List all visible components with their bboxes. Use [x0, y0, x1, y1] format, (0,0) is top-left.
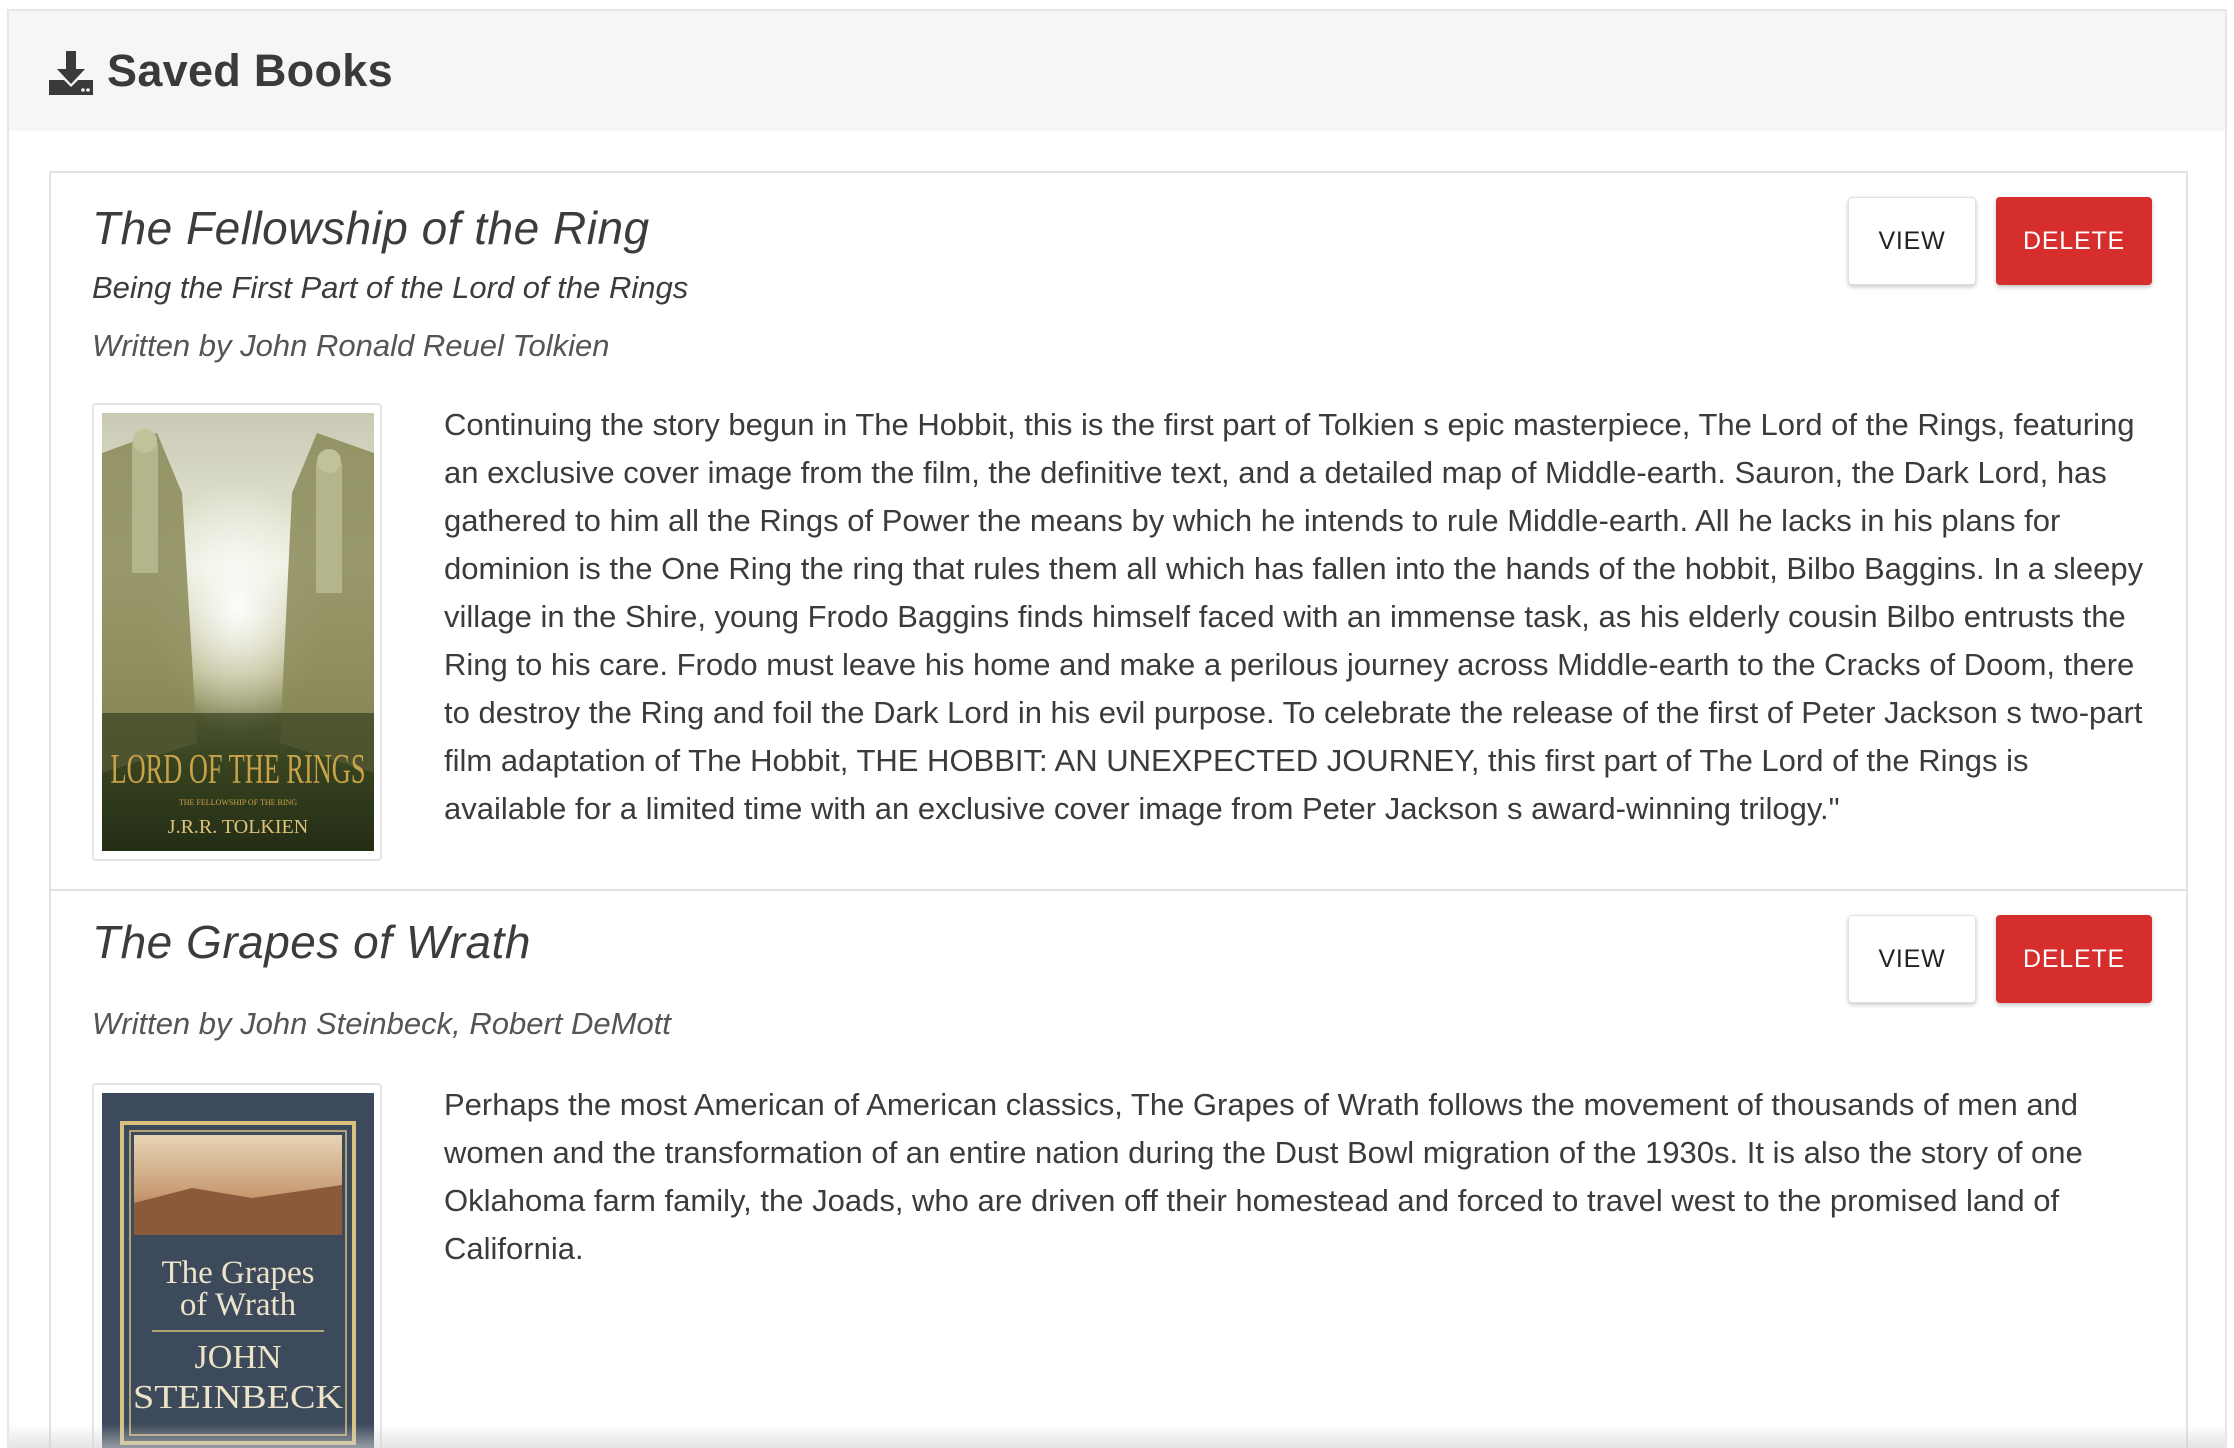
- view-button[interactable]: VIEW: [1848, 915, 1976, 1003]
- cover-title-line1: The Grapes: [161, 1255, 314, 1291]
- delete-button[interactable]: DELETE: [1996, 197, 2152, 285]
- book-cover-image: LORD OF THE RINGS THE FELLOWSHIP OF THE …: [102, 413, 374, 851]
- cover-title-line2: of Wrath: [180, 1287, 297, 1323]
- book-author: Written by John Ronald Reuel Tolkien: [92, 328, 610, 363]
- saved-books-panel: Saved Books The Fellowship of the Ring B…: [7, 9, 2227, 1448]
- cover-author-text: J.R.R. TOLKIEN: [168, 816, 308, 838]
- book-cover-image: The Grapes of Wrath JOHN STEINBECK: [102, 1093, 374, 1448]
- panel-header: Saved Books: [9, 11, 2225, 131]
- page-title: Saved Books: [107, 45, 393, 96]
- cover-author-line1: JOHN: [195, 1339, 282, 1376]
- book-title: The Fellowship of the Ring: [92, 202, 650, 254]
- cover-author-line2: STEINBECK: [133, 1379, 344, 1416]
- book-title: The Grapes of Wrath: [92, 916, 531, 968]
- book-card: The Fellowship of the Ring Being the Fir…: [51, 173, 2186, 891]
- cover-series-text: LORD OF THE RINGS: [111, 747, 366, 793]
- book-cover-thumbnail[interactable]: The Grapes of Wrath JOHN STEINBECK: [92, 1083, 382, 1448]
- delete-button[interactable]: DELETE: [1996, 915, 2152, 1003]
- book-subtitle: Being the First Part of the Lord of the …: [92, 270, 689, 305]
- cover-subtitle-text: THE FELLOWSHIP OF THE RING: [179, 798, 297, 807]
- book-description: Perhaps the most American of American cl…: [444, 1087, 2083, 1266]
- book-list: The Fellowship of the Ring Being the Fir…: [49, 171, 2188, 1448]
- book-description: Continuing the story begun in The Hobbit…: [444, 407, 2144, 826]
- view-button[interactable]: VIEW: [1848, 197, 1976, 285]
- book-cover-thumbnail[interactable]: LORD OF THE RINGS THE FELLOWSHIP OF THE …: [92, 403, 382, 861]
- book-card: The Grapes of Wrath Written by John Stei…: [51, 891, 2186, 1448]
- book-author: Written by John Steinbeck, Robert DeMott: [92, 1006, 671, 1041]
- download-icon: [47, 49, 95, 97]
